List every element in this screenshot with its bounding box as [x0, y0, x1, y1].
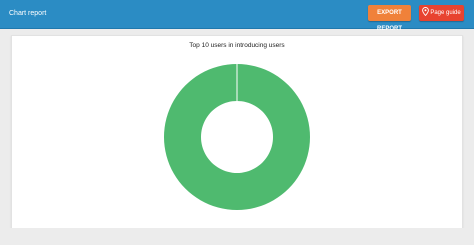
page-guide-button[interactable]: Page guide [419, 5, 464, 21]
page-title: Chart report [9, 10, 47, 17]
page-guide-label: Page guide [430, 10, 461, 16]
footer-area [0, 228, 474, 245]
donut-chart [163, 64, 310, 210]
top-bar: Chart report EXPORT REPORT Page guide [0, 0, 474, 32]
chart-panel: Top 10 users in introducing users [11, 35, 463, 229]
map-pin-icon [422, 7, 430, 16]
export-report-button[interactable]: EXPORT REPORT [368, 5, 411, 32]
